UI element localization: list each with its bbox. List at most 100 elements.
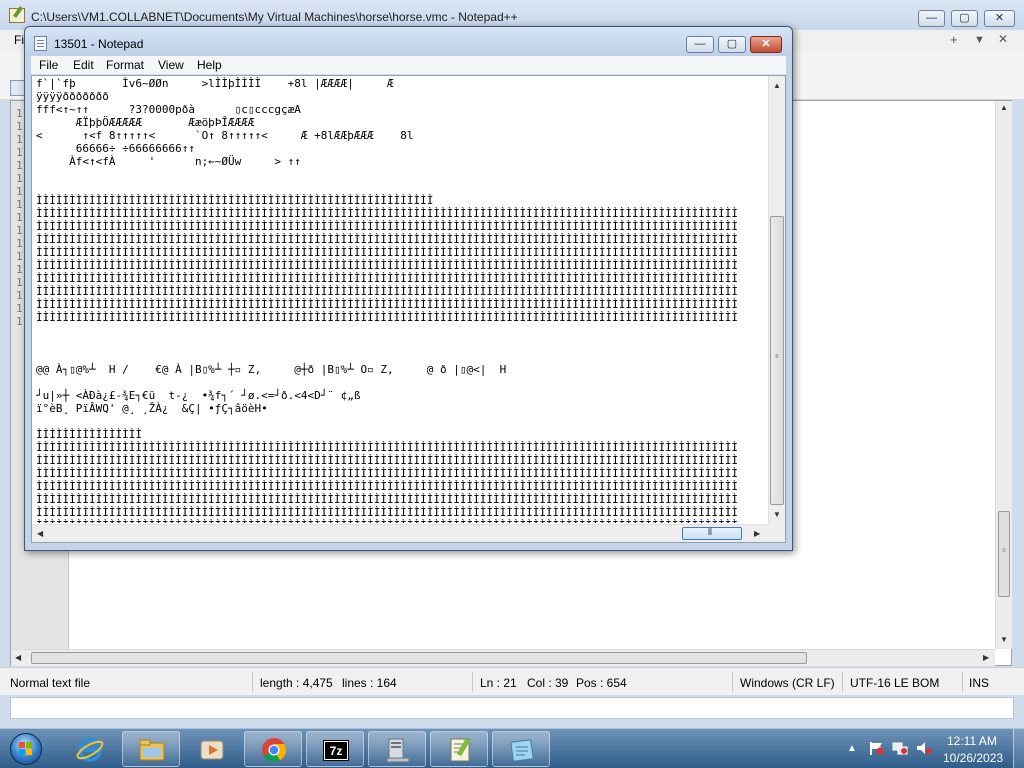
scroll-left-arrow-icon[interactable]: ◀ xyxy=(37,529,43,538)
action-center-flag-icon[interactable] xyxy=(868,741,884,755)
notepad-minimize-button[interactable]: — xyxy=(686,36,714,53)
menu-edit[interactable]: Edit xyxy=(73,58,94,72)
menu-view[interactable]: View xyxy=(158,58,184,72)
7zip-icon: 7z xyxy=(323,740,349,761)
taskbar-7zip[interactable]: 7z xyxy=(306,731,364,767)
document-line: ÿÿÿÿððððððð xyxy=(36,90,109,103)
notepadpp-tab-list-icon[interactable]: ▼ xyxy=(974,34,985,46)
notepad-text-area[interactable]: f`|`fþ Ìv6~ØØn >lÌÌþÌÌÌÌ +8l |ÆÆÆÆ| Æÿÿÿ… xyxy=(31,75,786,543)
line-number: 1 xyxy=(16,133,23,146)
document-line: ÌÌÌÌÌÌÌÌÌÌÌÌÌÌÌÌÌÌÌÌÌÌÌÌÌÌÌÌÌÌÌÌÌÌÌÌÌÌÌÌ… xyxy=(36,480,738,493)
status-encoding: UTF-16 LE BOM xyxy=(850,676,940,690)
taskbar-chrome[interactable] xyxy=(244,731,302,767)
document-line: fff<↑~↑↑ ?3?0000pðà ▯c▯cccgçæA xyxy=(36,103,301,116)
chrome-icon xyxy=(262,738,287,763)
line-number: 1 xyxy=(16,185,23,198)
notepadpp-minimize-button[interactable]: — xyxy=(918,10,945,27)
notepadpp-close-button[interactable]: ✕ xyxy=(984,10,1015,27)
network-icon[interactable] xyxy=(892,741,908,755)
notepad-menu-bar: File Edit Format View Help xyxy=(31,56,786,75)
taskbar-media-player[interactable] xyxy=(182,731,240,767)
notepad-vscroll-thumb[interactable]: ≡ xyxy=(770,216,784,505)
document-line: ÌÌÌÌÌÌÌÌÌÌÌÌÌÌÌÌÌÌÌÌÌÌÌÌÌÌÌÌÌÌÌÌÌÌÌÌÌÌÌÌ… xyxy=(36,454,738,467)
notepad-vertical-scrollbar[interactable]: ▲ ≡ ▼ xyxy=(768,76,785,524)
taskbar-notepad-plus-plus[interactable] xyxy=(430,731,488,767)
internet-explorer-icon xyxy=(76,738,104,762)
volume-muted-icon[interactable] xyxy=(916,741,932,755)
status-position: Pos : 654 xyxy=(576,676,627,690)
notepadpp-app-icon xyxy=(9,8,25,23)
line-number: 1 xyxy=(16,107,23,120)
line-number: 1 xyxy=(16,198,23,211)
notepadpp-vscroll-thumb[interactable]: ≡ xyxy=(998,511,1010,597)
scroll-right-arrow-icon[interactable]: ▶ xyxy=(754,529,760,538)
document-line: ÌÌÌÌÌÌÌÌÌÌÌÌÌÌÌÌÌÌÌÌÌÌÌÌÌÌÌÌÌÌÌÌÌÌÌÌÌÌÌÌ… xyxy=(36,467,738,480)
taskbar-notepad[interactable] xyxy=(492,731,550,767)
taskbar-file-explorer[interactable] xyxy=(122,731,180,767)
notepad-window[interactable]: 13501 - Notepad — ▢ ✕ File Edit Format V… xyxy=(24,26,793,551)
menu-help[interactable]: Help xyxy=(197,58,222,72)
notepad-maximize-button[interactable]: ▢ xyxy=(718,36,746,53)
start-button[interactable] xyxy=(4,730,48,768)
document-line: ÌÌÌÌÌÌÌÌÌÌÌÌÌÌÌÌÌÌÌÌÌÌÌÌÌÌÌÌÌÌÌÌÌÌÌÌÌÌÌÌ… xyxy=(36,285,738,298)
notepadpp-icon xyxy=(450,738,471,762)
svg-text:7z: 7z xyxy=(330,744,343,758)
scroll-right-arrow-icon[interactable]: ▶ xyxy=(983,653,989,662)
document-line: ÆÏþþÖÆÆÆÆÆ ÆæöþÞÎÆÆÆÆ xyxy=(36,116,255,129)
windows-flag-icon xyxy=(19,742,33,756)
taskbar-internet-explorer[interactable] xyxy=(60,731,118,767)
taskbar-system-config[interactable] xyxy=(368,731,426,767)
document-line: ÌÌÌÌÌÌÌÌÌÌÌÌÌÌÌÌÌÌÌÌÌÌÌÌÌÌÌÌÌÌÌÌÌÌÌÌÌÌÌÌ… xyxy=(36,441,738,454)
scroll-up-arrow-icon[interactable]: ▲ xyxy=(1000,103,1008,112)
notepadpp-vertical-scrollbar[interactable]: ▲ ≡ ▼ xyxy=(995,101,1012,649)
folder-icon xyxy=(139,739,165,761)
notepad-close-button[interactable]: ✕ xyxy=(750,36,782,53)
computer-settings-icon xyxy=(386,738,410,763)
scroll-up-arrow-icon[interactable]: ▲ xyxy=(773,81,781,90)
notepad-document-text[interactable]: f`|`fþ Ìv6~ØØn >lÌÌþÌÌÌÌ +8l |ÆÆÆÆ| Æÿÿÿ… xyxy=(36,77,764,523)
notepadpp-hscroll-thumb[interactable] xyxy=(31,652,807,664)
scroll-left-arrow-icon[interactable]: ◀ xyxy=(15,653,21,662)
tray-clock-date[interactable]: 10/26/2023 xyxy=(943,751,1003,765)
document-line: ÌÌÌÌÌÌÌÌÌÌÌÌÌÌÌÌÌÌÌÌÌÌÌÌÌÌÌÌÌÌÌÌÌÌÌÌÌÌÌÌ… xyxy=(36,311,738,324)
line-number: 1 xyxy=(16,224,23,237)
system-tray: ▲ 12:11 AM 10/26/2023 xyxy=(838,729,1024,768)
menu-format[interactable]: Format xyxy=(106,58,144,72)
line-number: 1 xyxy=(16,276,23,289)
notepad-hscroll-thumb[interactable]: ⦀ xyxy=(682,527,742,540)
tray-clock-time[interactable]: 12:11 AM xyxy=(947,734,997,748)
notepadpp-horizontal-scrollbar[interactable]: ◀ ▶ xyxy=(11,649,995,666)
scroll-down-arrow-icon[interactable]: ▼ xyxy=(1000,635,1008,644)
show-hidden-icons-arrow-icon[interactable]: ▲ xyxy=(847,743,857,754)
notepadpp-close-tab-icon[interactable]: ✕ xyxy=(998,32,1008,46)
document-line: ÌÌÌÌÌÌÌÌÌÌÌÌÌÌÌÌÌÌÌÌÌÌÌÌÌÌÌÌÌÌÌÌÌÌÌÌÌÌÌÌ… xyxy=(36,194,434,207)
document-line: f`|`fþ Ìv6~ØØn >lÌÌþÌÌÌÌ +8l |ÆÆÆÆ| Æ xyxy=(36,77,394,90)
document-line: ÌÌÌÌÌÌÌÌÌÌÌÌÌÌÌÌÌÌÌÌÌÌÌÌÌÌÌÌÌÌÌÌÌÌÌÌÌÌÌÌ… xyxy=(36,246,738,259)
notepad-icon xyxy=(510,739,534,762)
menu-file[interactable]: File xyxy=(39,58,58,72)
scroll-down-arrow-icon[interactable]: ▼ xyxy=(773,510,781,519)
line-number: 1 xyxy=(16,250,23,263)
document-line: 66666÷ ÷66666666↑↑ xyxy=(36,142,195,155)
notepad-window-title: 13501 - Notepad xyxy=(54,37,144,51)
notepadpp-maximize-button[interactable]: ▢ xyxy=(951,10,978,27)
line-number: 1 xyxy=(16,302,23,315)
line-number: 1 xyxy=(16,289,23,302)
notepad-size-grip[interactable] xyxy=(768,524,785,542)
notepad-title-bar[interactable]: 13501 - Notepad — ▢ ✕ xyxy=(25,27,792,56)
status-column: Col : 39 xyxy=(527,676,569,690)
notepadpp-new-tab-icon[interactable]: + xyxy=(950,32,958,47)
taskbar: 7z ▲ 12:11 AM 10/26/2023 xyxy=(0,728,1024,768)
document-line: @@ À┐▯@%┴ H / €@ À |B▯%┴ ┼▫ Z, @┼ð |B▯%┴… xyxy=(36,363,507,376)
show-desktop-button[interactable] xyxy=(1013,729,1024,768)
document-line: ÌÌÌÌÌÌÌÌÌÌÌÌÌÌÌÌÌÌÌÌÌÌÌÌÌÌÌÌÌÌÌÌÌÌÌÌÌÌÌÌ… xyxy=(36,298,738,311)
document-line: < ↑<f 8↑↑↑↑↑< `O↑ 8↑↑↑↑↑< Æ +8lÆÆþÆÆÆ 8l xyxy=(36,129,414,142)
notepadpp-menu-file[interactable]: Fi xyxy=(14,33,24,47)
status-line: Ln : 21 xyxy=(480,676,517,690)
document-line: ÌÌÌÌÌÌÌÌÌÌÌÌÌÌÌÌ xyxy=(36,428,142,441)
notepad-horizontal-scrollbar[interactable]: ◀ ⦀ ▶ xyxy=(32,524,768,542)
